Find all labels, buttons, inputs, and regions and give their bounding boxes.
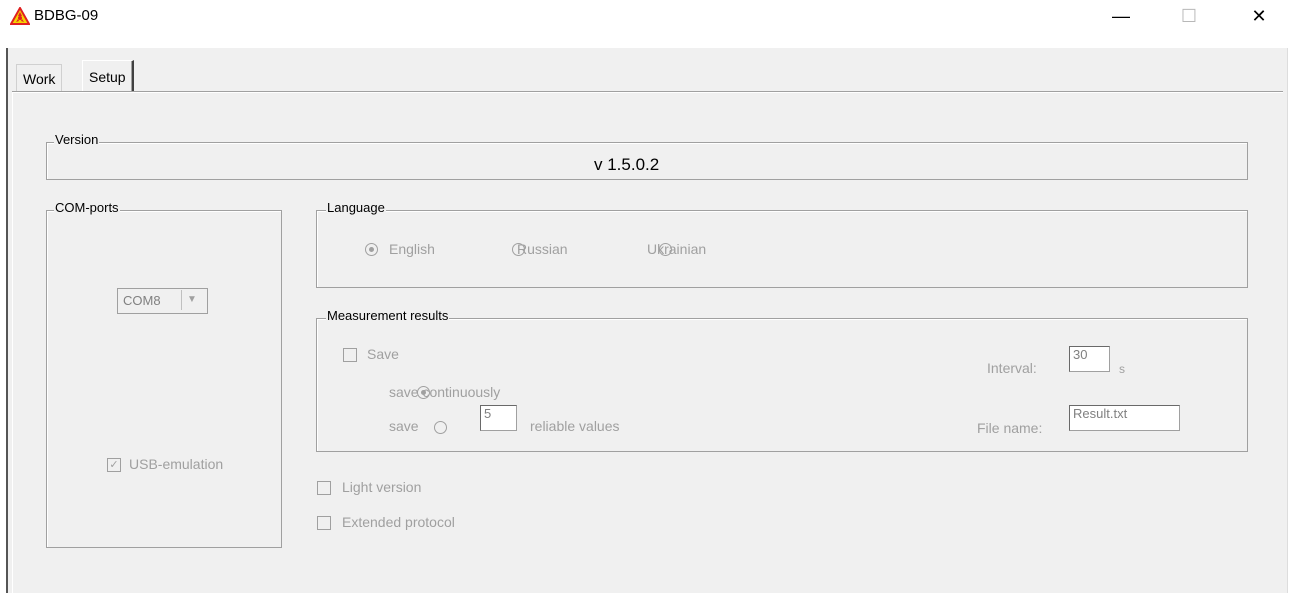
file-name-value: Result.txt bbox=[1073, 406, 1128, 421]
interval-value: 30 bbox=[1073, 347, 1088, 362]
maximize-button[interactable]: ☐ bbox=[1166, 0, 1212, 32]
interval-unit: s bbox=[1119, 362, 1125, 376]
minimize-button[interactable]: — bbox=[1098, 0, 1144, 32]
reliable-values-count-value: 5 bbox=[484, 406, 492, 421]
com-ports-legend: COM-ports bbox=[54, 200, 120, 215]
tab-work[interactable]: Work bbox=[16, 64, 63, 93]
title-bar[interactable]: BDBG-09 — ☐ ✕ bbox=[0, 0, 1290, 32]
save-continuously-label: save continuously bbox=[389, 384, 501, 400]
usb-emulation-checkbox[interactable]: ✓ bbox=[107, 458, 121, 472]
version-legend: Version bbox=[54, 132, 100, 147]
language-group bbox=[316, 210, 1248, 288]
save-label: Save bbox=[367, 346, 399, 362]
file-name-label: File name: bbox=[977, 420, 1043, 436]
com-port-select[interactable]: COM8 ▼ bbox=[117, 288, 208, 314]
close-icon: ✕ bbox=[1251, 6, 1267, 26]
interval-input[interactable]: 30 bbox=[1069, 346, 1110, 372]
window-title: BDBG-09 bbox=[34, 7, 99, 24]
language-ukrainian-label: Ukrainian bbox=[647, 241, 707, 257]
measurement-results-legend: Measurement results bbox=[326, 308, 450, 323]
light-version-label: Light version bbox=[342, 479, 422, 495]
light-version-checkbox[interactable] bbox=[317, 481, 331, 495]
dropdown-arrow-icon[interactable]: ▼ bbox=[181, 290, 202, 310]
app-warning-icon bbox=[10, 7, 30, 25]
tab-setup-label: Setup bbox=[89, 69, 126, 85]
close-button[interactable]: ✕ bbox=[1236, 0, 1282, 32]
save-n-values-label: save bbox=[389, 418, 419, 434]
save-checkbox[interactable] bbox=[343, 348, 357, 362]
maximize-icon: ☐ bbox=[1180, 6, 1198, 26]
file-name-input[interactable]: Result.txt bbox=[1069, 405, 1180, 431]
com-ports-group bbox=[46, 210, 282, 548]
save-n-values-radio[interactable] bbox=[433, 421, 447, 434]
extended-protocol-label: Extended protocol bbox=[342, 514, 455, 530]
version-value: v 1.5.0.2 bbox=[594, 155, 660, 174]
language-legend: Language bbox=[326, 200, 386, 215]
language-russian-label: Russian bbox=[517, 241, 568, 257]
language-english-label: English bbox=[389, 241, 435, 257]
minimize-icon: — bbox=[1112, 6, 1130, 26]
com-port-value: COM8 bbox=[123, 293, 161, 308]
extended-protocol-checkbox[interactable] bbox=[317, 516, 331, 530]
usb-emulation-label: USB-emulation bbox=[129, 456, 224, 472]
reliable-values-count-input[interactable]: 5 bbox=[480, 405, 517, 431]
tab-work-label: Work bbox=[23, 71, 56, 87]
interval-label: Interval: bbox=[987, 360, 1037, 376]
language-english-radio[interactable] bbox=[365, 243, 378, 256]
reliable-values-label: reliable values bbox=[530, 418, 620, 434]
tab-setup[interactable]: Setup bbox=[82, 60, 134, 93]
